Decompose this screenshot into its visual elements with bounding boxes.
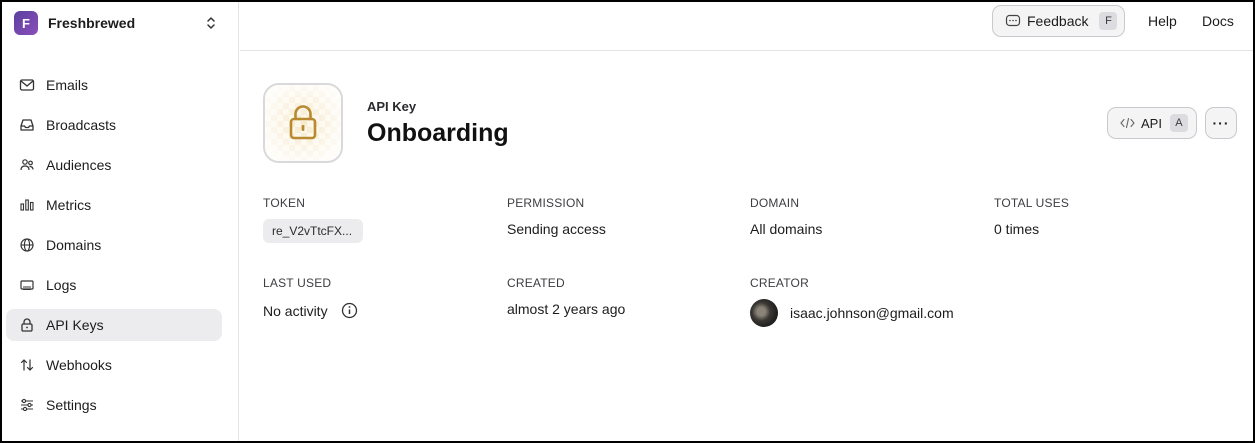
sidebar-item-metrics[interactable]: Metrics xyxy=(6,189,222,221)
message-icon xyxy=(1005,13,1021,29)
inbox-icon xyxy=(18,116,36,134)
team-switcher[interactable]: F Freshbrewed xyxy=(14,10,218,36)
resource-kind: API Key xyxy=(367,99,417,114)
sidebar-item-label: Broadcasts xyxy=(46,117,117,133)
sidebar-item-api-keys[interactable]: API Keys xyxy=(6,309,222,341)
docs-link[interactable]: Docs xyxy=(1202,13,1234,29)
permission-label: PERMISSION xyxy=(507,196,585,210)
sidebar-item-logs[interactable]: Logs xyxy=(6,269,222,301)
page-title: Onboarding xyxy=(367,119,509,147)
last-used-label: LAST USED xyxy=(263,276,332,290)
token-value[interactable]: re_V2vTtcFX... xyxy=(263,219,363,243)
feedback-shortcut: F xyxy=(1099,12,1118,30)
sidebar-item-label: Audiences xyxy=(46,157,112,173)
users-icon xyxy=(18,156,36,174)
sidebar-item-label: API Keys xyxy=(46,317,104,333)
token-label: TOKEN xyxy=(263,196,306,210)
team-name: Freshbrewed xyxy=(48,15,136,31)
total-uses-label: TOTAL USES xyxy=(994,196,1070,210)
sliders-icon xyxy=(18,396,36,414)
feedback-label: Feedback xyxy=(1027,13,1089,29)
more-options-button[interactable]: ··· xyxy=(1205,107,1237,139)
sidebar-item-audiences[interactable]: Audiences xyxy=(6,149,222,181)
total-uses-value: 0 times xyxy=(994,221,1040,237)
creator-email: isaac.johnson@gmail.com xyxy=(790,305,954,321)
chevron-updown-icon[interactable] xyxy=(204,15,218,31)
sidebar-item-label: Emails xyxy=(46,77,89,93)
lock-icon xyxy=(18,316,36,334)
sidebar: F Freshbrewed Emails Broadcasts Audience… xyxy=(2,2,239,441)
sidebar-item-label: Metrics xyxy=(46,197,92,213)
info-icon[interactable] xyxy=(341,302,358,319)
team-logo: F xyxy=(14,11,38,35)
sidebar-item-label: Logs xyxy=(46,277,77,293)
code-icon xyxy=(1120,115,1136,131)
sidebar-item-webhooks[interactable]: Webhooks xyxy=(6,349,222,381)
domain-label: DOMAIN xyxy=(750,196,800,210)
domain-value: All domains xyxy=(750,221,823,237)
creator-label: CREATOR xyxy=(750,276,809,290)
api-shortcut: A xyxy=(1169,114,1188,132)
api-button-label: API xyxy=(1141,115,1162,131)
topbar: Feedback F Help Docs xyxy=(240,2,1253,51)
sidebar-item-label: Domains xyxy=(46,237,102,253)
globe-icon xyxy=(18,236,36,254)
api-key-lock-illustration xyxy=(263,83,343,163)
arrows-updown-icon xyxy=(18,356,36,374)
created-value: almost 2 years ago xyxy=(507,301,626,317)
sidebar-item-label: Webhooks xyxy=(46,357,112,373)
feedback-button[interactable]: Feedback F xyxy=(992,5,1125,37)
sidebar-item-settings[interactable]: Settings xyxy=(6,389,222,421)
sidebar-item-domains[interactable]: Domains xyxy=(6,229,222,261)
sidebar-item-broadcasts[interactable]: Broadcasts xyxy=(6,109,222,141)
permission-value: Sending access xyxy=(507,221,606,237)
api-button[interactable]: API A xyxy=(1107,107,1197,139)
logs-icon xyxy=(18,276,36,294)
mail-icon xyxy=(18,76,36,94)
last-used-value: No activity xyxy=(263,303,328,319)
help-link[interactable]: Help xyxy=(1148,13,1177,29)
sidebar-nav: Emails Broadcasts Audiences Metrics Doma… xyxy=(6,69,222,429)
bar-chart-icon xyxy=(18,196,36,214)
avatar xyxy=(750,299,778,327)
created-label: CREATED xyxy=(507,276,565,290)
sidebar-item-emails[interactable]: Emails xyxy=(6,69,222,101)
sidebar-item-label: Settings xyxy=(46,397,97,413)
more-icon: ··· xyxy=(1212,115,1230,131)
